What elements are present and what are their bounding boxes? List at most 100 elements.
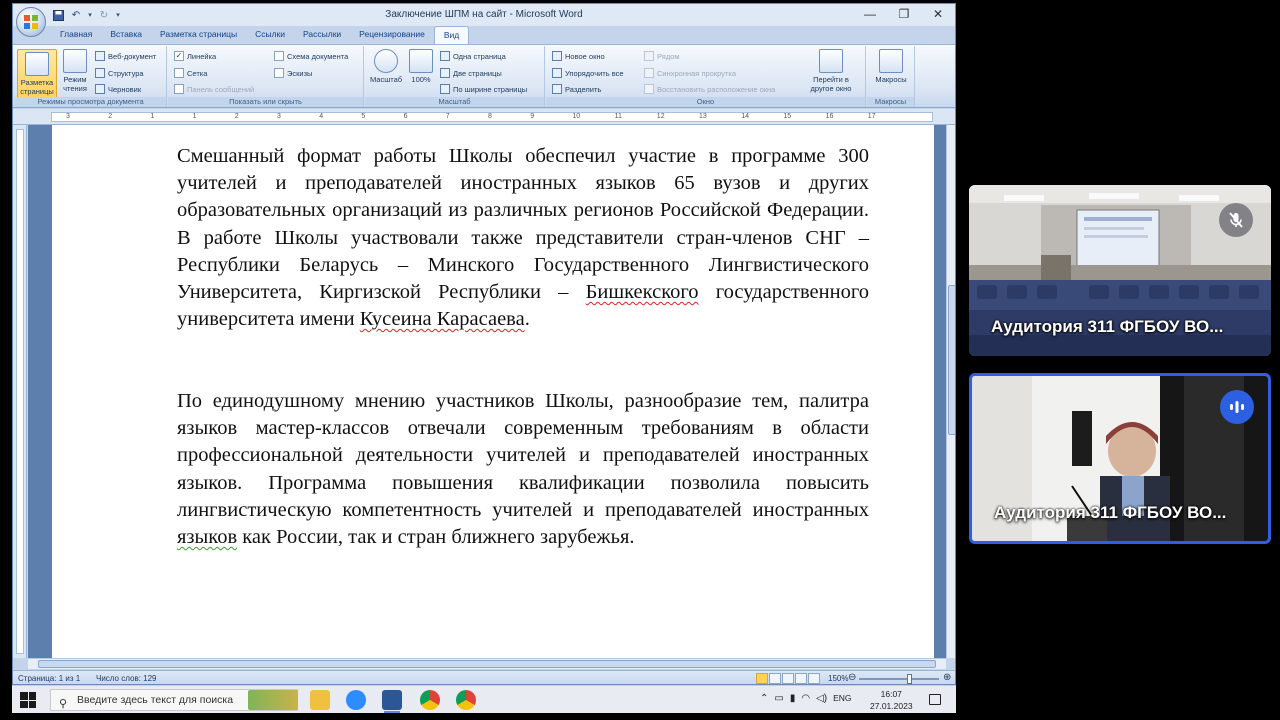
side-by-side-button: Рядом bbox=[644, 51, 680, 61]
one-page-icon bbox=[440, 51, 450, 61]
volume-icon[interactable]: ◁) bbox=[816, 693, 827, 704]
battery-icon[interactable]: ▮ bbox=[790, 693, 796, 704]
zoom-level[interactable]: 150% bbox=[828, 674, 848, 683]
zoom-slider[interactable] bbox=[859, 674, 939, 684]
outline-view-icon[interactable] bbox=[795, 673, 807, 684]
window-controls: — ❐ ✕ bbox=[853, 4, 955, 24]
chrome-icon[interactable] bbox=[420, 690, 440, 710]
windows-start-icon[interactable] bbox=[20, 692, 36, 708]
ruler-number: 11 bbox=[614, 113, 622, 120]
minimize-icon[interactable]: — bbox=[853, 4, 887, 24]
zoom-button[interactable]: Масштаб bbox=[367, 49, 405, 84]
scroll-thumb[interactable] bbox=[948, 285, 955, 435]
grid-checkbox[interactable]: Сетка bbox=[174, 68, 207, 78]
grammar-flagged-word[interactable]: языков bbox=[177, 526, 237, 548]
checkbox-icon bbox=[174, 84, 184, 94]
reading-view-icon[interactable] bbox=[769, 673, 781, 684]
file-explorer-icon[interactable] bbox=[310, 690, 330, 710]
paragraph-1[interactable]: Смешанный формат работы Школы обеспечил … bbox=[177, 143, 869, 333]
switch-windows-button[interactable]: Перейти в другое окно bbox=[802, 49, 860, 93]
thumbnails-checkbox[interactable]: Эскизы bbox=[274, 68, 312, 78]
print-layout-view-icon[interactable] bbox=[756, 673, 768, 684]
switch-windows-label: Перейти в другое окно bbox=[810, 75, 852, 93]
reading-mode-button[interactable]: Режим чтения bbox=[59, 49, 91, 93]
ruler-checkbox[interactable]: ✓ Линейка bbox=[174, 51, 216, 61]
checkbox-icon bbox=[274, 68, 284, 78]
notifications-icon[interactable] bbox=[929, 694, 941, 705]
clock[interactable]: 16:07 27.01.2023 bbox=[870, 688, 913, 712]
tab-references[interactable]: Ссылки bbox=[246, 26, 294, 44]
tab-home[interactable]: Главная bbox=[51, 26, 101, 44]
ruler-number: 7 bbox=[445, 113, 450, 120]
split-button[interactable]: Разделить bbox=[552, 84, 601, 94]
page-100-icon bbox=[409, 49, 433, 73]
system-tray: ⌃ ▭ ▮ ◠ ◁) ENG bbox=[760, 693, 852, 704]
page-layout-icon bbox=[25, 52, 49, 76]
page-layout-button[interactable]: Разметка страницы bbox=[17, 49, 57, 99]
message-bar-checkbox: Панель сообщений bbox=[174, 84, 254, 94]
draft-label: Черновик bbox=[108, 84, 142, 94]
word-app-icon[interactable] bbox=[382, 690, 402, 710]
ruler-scale: 3 2 1 1 2 3 4 5 6 7 8 9 10 11 12 13 14 15 16 17 bbox=[51, 112, 933, 122]
tab-view[interactable]: Вид bbox=[433, 26, 470, 44]
tab-review[interactable]: Рецензирование bbox=[350, 26, 434, 44]
horizontal-ruler[interactable]: 3 2 1 1 2 3 4 5 6 7 8 9 10 11 12 13 14 15 16 17 bbox=[13, 109, 955, 125]
speaking-indicator-icon bbox=[1220, 390, 1254, 424]
window-title: Заключение ШПМ на сайт - Microsoft Word bbox=[385, 9, 583, 20]
misspelled-word[interactable]: Кусеина Карасаева bbox=[360, 308, 525, 330]
web-view-icon[interactable] bbox=[782, 673, 794, 684]
one-page-label: Одна страница bbox=[453, 51, 506, 61]
page-layout-label: Разметка страницы bbox=[20, 78, 54, 96]
split-icon bbox=[552, 84, 562, 94]
thumbnails-label: Эскизы bbox=[287, 68, 313, 78]
document-page[interactable]: Смешанный формат работы Школы обеспечил … bbox=[52, 125, 934, 658]
tab-mailings[interactable]: Рассылки bbox=[294, 26, 350, 44]
paragraph-1-text: Смешанный формат работы Школы обеспечил … bbox=[177, 145, 869, 304]
draft-view-icon[interactable] bbox=[808, 673, 820, 684]
new-window-button[interactable]: Новое окно bbox=[552, 51, 605, 61]
vertical-scrollbar[interactable] bbox=[946, 125, 955, 658]
zoom-out-icon[interactable]: ⊖ bbox=[848, 672, 856, 683]
misspelled-word[interactable]: Бишкекского bbox=[586, 281, 699, 303]
restore-icon[interactable]: ❐ bbox=[887, 4, 921, 24]
two-pages-button[interactable]: Две страницы bbox=[440, 68, 502, 78]
zoom-slider-knob[interactable] bbox=[907, 674, 912, 684]
zoom-in-icon[interactable]: ⊕ bbox=[943, 672, 951, 683]
wifi-icon[interactable]: ◠ bbox=[801, 693, 810, 704]
zoom-app-icon[interactable] bbox=[346, 690, 366, 710]
participant-name: Аудитория 311 ФГБОУ ВО... bbox=[991, 317, 1224, 336]
sync-scroll-icon bbox=[644, 68, 654, 78]
vertical-ruler[interactable] bbox=[13, 125, 27, 658]
chevron-up-icon[interactable]: ⌃ bbox=[760, 693, 768, 704]
search-highlight-image-icon[interactable] bbox=[248, 690, 298, 710]
views-group: Разметка страницы Режим чтения Веб-докум… bbox=[15, 46, 167, 107]
clock-time: 16:07 bbox=[880, 689, 902, 699]
chrome-icon[interactable] bbox=[456, 690, 476, 710]
tab-insert[interactable]: Вставка bbox=[101, 26, 151, 44]
video-tile-1[interactable]: Аудитория 311 ФГБОУ ВО... bbox=[969, 185, 1271, 356]
doc-map-checkbox[interactable]: Схема документа bbox=[274, 51, 348, 61]
zoom-100-button[interactable]: 100% bbox=[407, 49, 435, 84]
language-indicator[interactable]: ENG bbox=[833, 693, 851, 704]
macros-button[interactable]: Макросы bbox=[871, 49, 911, 84]
video-tile-2[interactable]: Аудитория 311 ФГБОУ ВО... bbox=[969, 373, 1271, 544]
side-by-side-icon bbox=[644, 51, 654, 61]
web-layout-button[interactable]: Веб-документ bbox=[95, 51, 156, 61]
network-icon[interactable]: ▭ bbox=[774, 693, 783, 704]
draft-icon bbox=[95, 84, 105, 94]
word-count[interactable]: Число слов: 129 bbox=[96, 674, 156, 683]
arrange-all-button[interactable]: Упорядочить все bbox=[552, 68, 624, 78]
draft-button[interactable]: Черновик bbox=[95, 84, 141, 94]
page-width-button[interactable]: По ширине страницы bbox=[440, 84, 527, 94]
scroll-thumb[interactable] bbox=[38, 660, 936, 668]
paragraph-2[interactable]: По единодушному мнению участников Школы,… bbox=[177, 388, 869, 551]
reading-mode-label: Режим чтения bbox=[63, 75, 87, 93]
one-page-button[interactable]: Одна страница bbox=[440, 51, 506, 61]
tab-page-layout[interactable]: Разметка страницы bbox=[151, 26, 246, 44]
reset-position-icon bbox=[644, 84, 654, 94]
page-count[interactable]: Страница: 1 из 1 bbox=[18, 674, 80, 683]
office-button[interactable] bbox=[16, 7, 46, 37]
horizontal-scrollbar[interactable] bbox=[28, 658, 946, 669]
close-icon[interactable]: ✕ bbox=[921, 4, 955, 24]
outline-button[interactable]: Структура bbox=[95, 68, 144, 78]
